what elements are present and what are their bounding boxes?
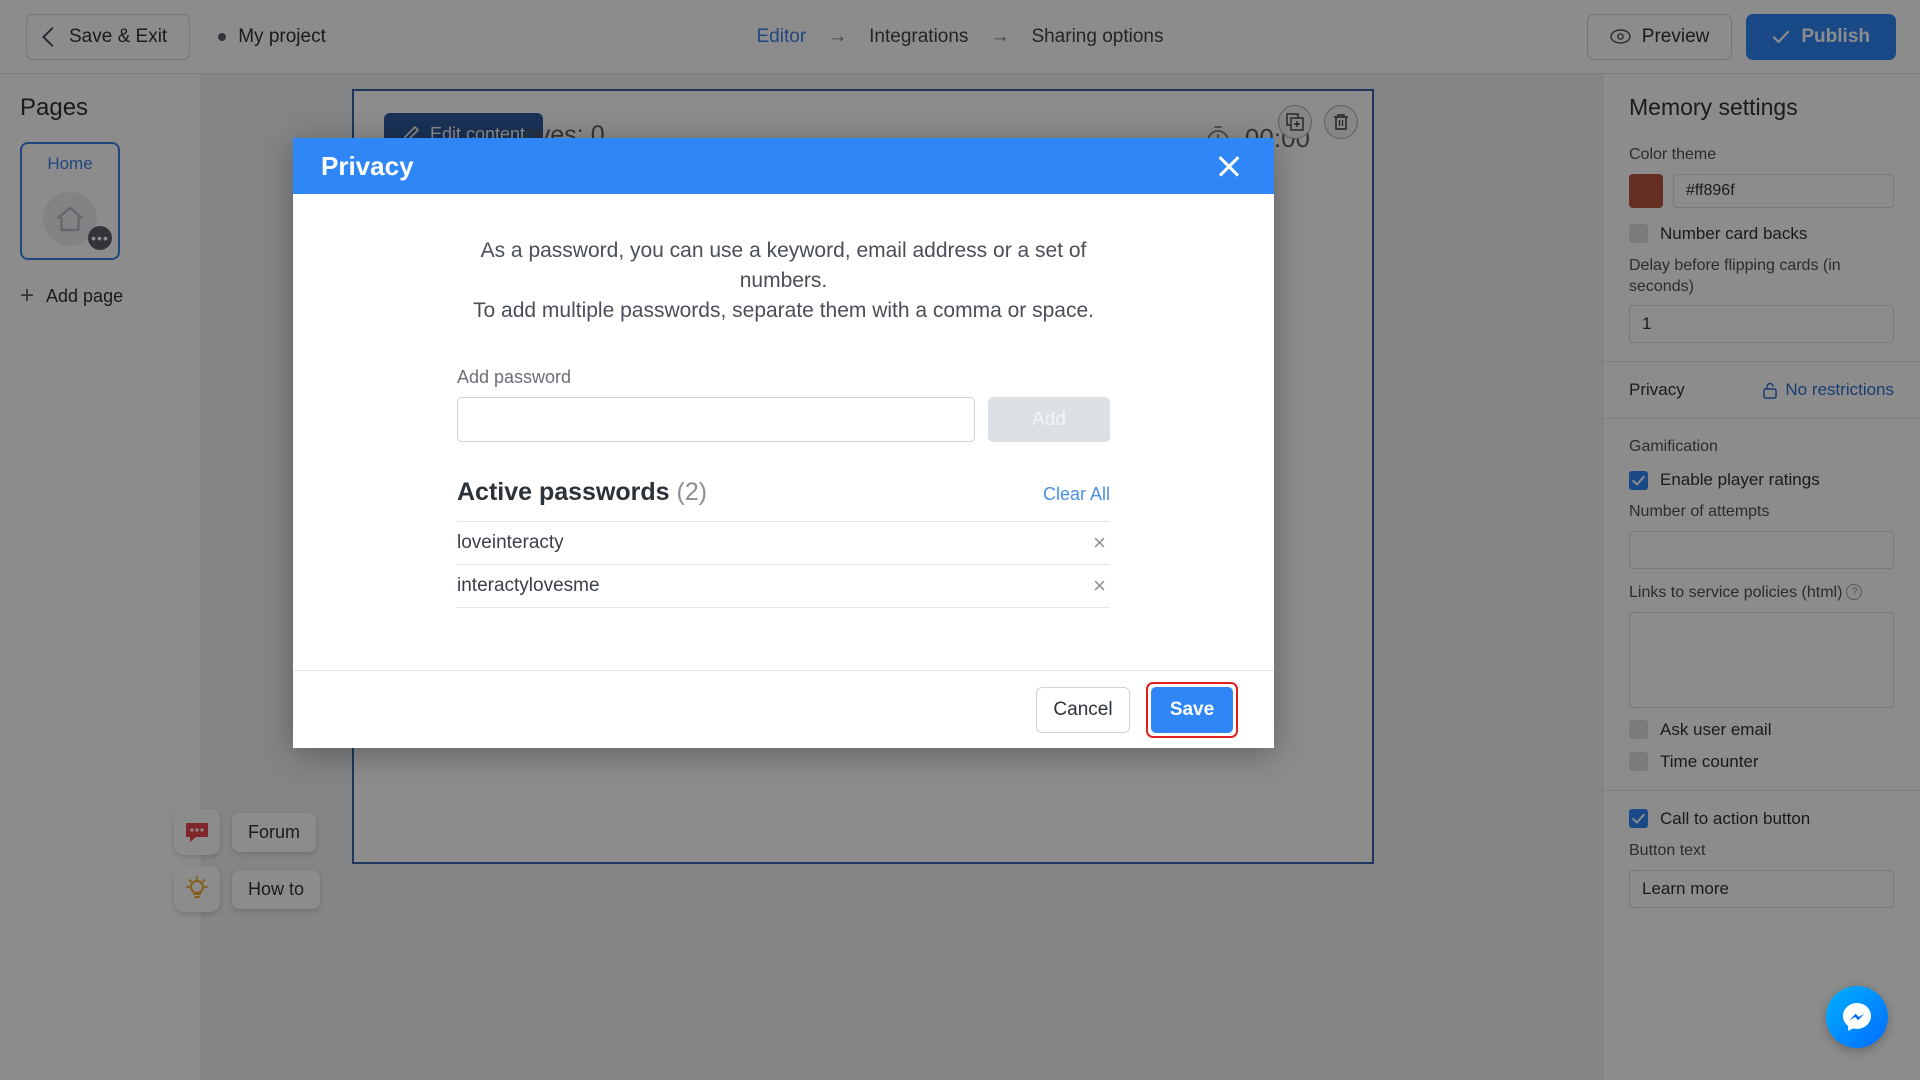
cancel-button[interactable]: Cancel (1036, 686, 1130, 733)
save-button-highlight: Save (1146, 681, 1238, 738)
messenger-chat-button[interactable] (1826, 986, 1888, 1048)
password-value: loveinteracty (457, 532, 564, 554)
password-list-item: interactylovesme × (457, 565, 1110, 609)
clear-all-button[interactable]: Clear All (1043, 484, 1110, 505)
password-value: interactylovesme (457, 575, 600, 597)
password-input[interactable] (457, 397, 975, 443)
add-password-label: Add password (457, 367, 572, 388)
close-icon[interactable] (1212, 149, 1246, 183)
password-list: loveinteracty × interactylovesme × (457, 521, 1110, 609)
remove-password-icon[interactable]: × (1089, 575, 1110, 597)
active-passwords-count: (2) (676, 478, 708, 507)
remove-password-icon[interactable]: × (1089, 532, 1110, 554)
modal-body: As a password, you can use a keyword, em… (293, 194, 1274, 670)
add-password-button[interactable]: Add (988, 397, 1110, 443)
messenger-icon (1843, 1003, 1871, 1031)
modal-description-line1: As a password, you can use a keyword, em… (480, 239, 1087, 292)
password-list-item: loveinteracty × (457, 522, 1110, 566)
save-button[interactable]: Save (1151, 686, 1233, 733)
active-passwords-header: Active passwords (2) Clear All (457, 478, 1110, 507)
privacy-modal: Privacy As a password, you can use a key… (293, 138, 1274, 748)
modal-description-line2: To add multiple passwords, separate them… (473, 298, 1094, 322)
modal-header: Privacy (293, 138, 1274, 194)
modal-title: Privacy (321, 150, 414, 181)
add-password-row: Add (457, 397, 1110, 443)
modal-description: As a password, you can use a keyword, em… (457, 236, 1110, 325)
active-passwords-title: Active passwords (2) (457, 478, 707, 507)
active-passwords-title-text: Active passwords (457, 478, 670, 507)
modal-footer: Cancel Save (293, 670, 1274, 748)
